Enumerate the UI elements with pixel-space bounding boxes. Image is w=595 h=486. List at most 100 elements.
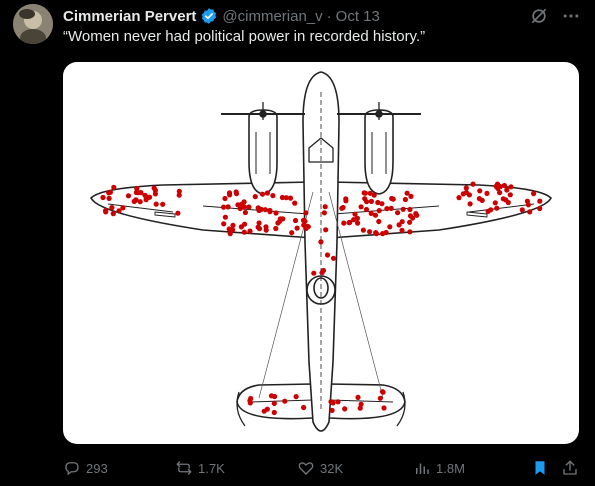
bullet-hole bbox=[318, 239, 324, 245]
bullet-hole bbox=[372, 212, 379, 218]
bullet-hole bbox=[107, 189, 113, 195]
bullet-hole bbox=[531, 191, 537, 197]
bullet-hole bbox=[227, 192, 233, 198]
bullet-hole bbox=[347, 219, 353, 225]
bullet-hole bbox=[505, 199, 511, 206]
bullet-hole bbox=[246, 204, 252, 210]
bookmark-button[interactable] bbox=[531, 456, 549, 480]
bullet-hole bbox=[376, 218, 382, 225]
bullet-hole bbox=[247, 228, 253, 234]
bullet-hole bbox=[492, 200, 498, 206]
author-name[interactable]: Cimmerian Pervert bbox=[63, 8, 196, 25]
bullet-hole bbox=[494, 205, 500, 211]
bullet-hole bbox=[504, 187, 510, 193]
bullet-hole bbox=[376, 208, 382, 214]
bullet-hole bbox=[233, 189, 239, 195]
more-dots-icon[interactable] bbox=[561, 6, 581, 26]
view-count: 1.8M bbox=[436, 460, 465, 476]
bullet-hole bbox=[508, 184, 514, 190]
bullet-hole bbox=[477, 188, 483, 194]
bullet-hole bbox=[379, 201, 385, 207]
bullet-hole bbox=[230, 222, 236, 228]
bullet-hole bbox=[134, 185, 140, 192]
bullet-hole bbox=[267, 209, 273, 215]
bullet-hole bbox=[270, 193, 276, 199]
grok-icon[interactable] bbox=[529, 6, 549, 26]
bullet-hole bbox=[413, 211, 419, 217]
bullet-hole bbox=[507, 192, 513, 198]
bullet-hole bbox=[404, 190, 410, 196]
reply-icon bbox=[65, 462, 79, 476]
bullet-hole bbox=[142, 192, 148, 198]
bullet-hole bbox=[256, 226, 263, 232]
bullet-hole bbox=[230, 227, 236, 233]
like-icon bbox=[298, 462, 314, 475]
bullet-hole bbox=[222, 214, 228, 220]
bullet-hole bbox=[377, 395, 383, 401]
bullet-hole bbox=[241, 229, 247, 235]
bullet-hole bbox=[221, 204, 227, 210]
bullet-hole bbox=[354, 215, 360, 221]
tweet-header: Cimmerian Pervert @cimmerian_v · Oct 13 bbox=[63, 6, 380, 26]
avatar-image bbox=[13, 4, 53, 44]
bullet-hole bbox=[500, 196, 506, 202]
bullet-hole bbox=[383, 229, 389, 236]
like-button[interactable]: 32K bbox=[297, 456, 343, 480]
bullet-hole bbox=[537, 205, 543, 212]
bullet-hole bbox=[381, 405, 387, 411]
bullet-hole bbox=[273, 225, 279, 232]
bullet-hole bbox=[324, 252, 331, 258]
bullet-hole bbox=[271, 400, 277, 406]
bullet-hole bbox=[407, 219, 413, 225]
bullet-hole bbox=[380, 389, 386, 395]
bullet-hole bbox=[362, 196, 368, 202]
bullet-hole bbox=[109, 205, 115, 211]
bullet-hole bbox=[400, 206, 406, 212]
bullet-hole bbox=[311, 270, 317, 276]
bullet-hole bbox=[402, 196, 408, 203]
top-actions bbox=[529, 6, 581, 26]
bullet-hole bbox=[527, 209, 533, 215]
repost-icon bbox=[176, 461, 192, 475]
bullet-hole bbox=[524, 198, 530, 204]
views-button[interactable]: 1.8M bbox=[413, 456, 465, 480]
bullet-hole bbox=[221, 221, 227, 227]
bookmark-icon bbox=[535, 461, 545, 475]
author-handle[interactable]: @cimmerian_v bbox=[222, 8, 322, 25]
bullet-hole bbox=[103, 209, 109, 215]
tweet-media[interactable] bbox=[63, 62, 579, 444]
bullet-hole bbox=[323, 227, 329, 233]
bullet-hole bbox=[153, 201, 159, 207]
bullet-hole bbox=[241, 204, 247, 210]
bullet-hole bbox=[147, 194, 153, 200]
bullet-hole bbox=[360, 227, 366, 233]
bullet-hole bbox=[292, 200, 298, 206]
share-icon bbox=[563, 460, 577, 475]
bullet-hole bbox=[303, 210, 309, 216]
bullet-hole bbox=[133, 197, 139, 203]
bullet-hole bbox=[282, 398, 288, 404]
reply-button[interactable]: 293 bbox=[63, 456, 108, 480]
bullet-hole bbox=[339, 205, 345, 211]
bullet-hole bbox=[321, 210, 327, 216]
airplane-bullet-hole-diagram bbox=[90, 71, 552, 432]
left-engine bbox=[248, 109, 278, 195]
bullet-hole bbox=[292, 217, 299, 224]
bullet-hole bbox=[302, 218, 308, 224]
tweet-date[interactable]: Oct 13 bbox=[336, 8, 380, 25]
bullet-hole bbox=[456, 195, 462, 201]
bullet-hole bbox=[271, 409, 277, 416]
bullet-hole bbox=[110, 211, 116, 217]
header-separator: · bbox=[326, 7, 332, 25]
bullet-hole bbox=[470, 181, 476, 187]
repost-button[interactable]: 1.7K bbox=[175, 456, 225, 480]
avatar[interactable] bbox=[13, 4, 53, 44]
bullet-hole bbox=[497, 190, 503, 196]
share-button[interactable] bbox=[561, 456, 579, 480]
bullet-hole bbox=[238, 224, 244, 230]
bullet-hole bbox=[273, 210, 279, 216]
bullet-hole bbox=[343, 198, 349, 204]
bullet-hole bbox=[368, 198, 374, 204]
bullet-hole bbox=[407, 206, 413, 213]
bullet-hole bbox=[264, 190, 270, 196]
